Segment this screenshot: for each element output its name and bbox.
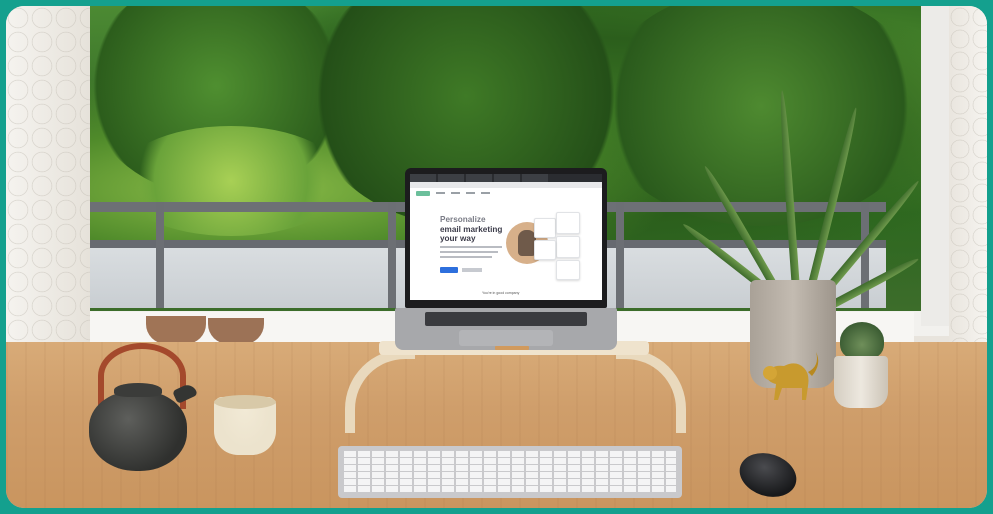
railing-post (388, 202, 396, 308)
laptop-lip (495, 346, 529, 350)
wooden-bowl (208, 318, 264, 344)
browser-tab (494, 174, 520, 182)
brass-monkey-figurine (763, 352, 819, 400)
feature-card (556, 236, 580, 258)
hero-body-text (440, 246, 502, 248)
browser-tab (410, 174, 436, 182)
photo-frame: Personalize email marketing your way You… (0, 0, 993, 514)
browser-window: Personalize email marketing your way You… (410, 174, 602, 300)
hero-title-line: Personalize (440, 215, 486, 224)
cast-iron-teapot (89, 391, 187, 471)
succulent-plant (840, 322, 884, 360)
secondary-link (462, 268, 482, 272)
nav-link (481, 192, 490, 194)
browser-tab (438, 174, 464, 182)
keyboard-key-rows (344, 451, 676, 493)
laptop-screen: Personalize email marketing your way You… (405, 168, 607, 308)
browser-tab (522, 174, 548, 182)
curtain-right (949, 6, 987, 366)
feature-card (534, 218, 556, 238)
railing-post (156, 202, 164, 308)
feature-card (556, 260, 580, 280)
site-logo (416, 190, 430, 196)
railing-post (616, 202, 624, 308)
browser-url-bar (410, 182, 602, 188)
small-planter-pot (834, 356, 888, 408)
hero-body-text (440, 251, 498, 253)
tree-foliage (596, 6, 921, 226)
stand-leg-right (616, 349, 686, 433)
nav-link (451, 192, 460, 194)
browser-tab-bar (410, 174, 602, 182)
nav-link (466, 192, 475, 194)
wireless-keyboard (338, 446, 682, 498)
nav-link (436, 192, 445, 194)
browser-tab (466, 174, 492, 182)
laptop-keys (425, 312, 587, 326)
get-started-button (440, 267, 458, 273)
curtain-left (6, 6, 90, 376)
feature-card (534, 240, 556, 260)
wooden-bowl (146, 316, 206, 344)
laptop-keyboard-deck (395, 308, 617, 350)
site-nav (416, 190, 596, 196)
laptop-trackpad (459, 330, 553, 346)
feature-card (556, 212, 580, 234)
stand-leg-left (345, 349, 415, 433)
hero-body-text (440, 256, 492, 258)
desk-photo: Personalize email marketing your way You… (6, 6, 987, 508)
teapot-lid (114, 383, 162, 397)
tea-cup-rim (214, 395, 276, 409)
footer-text: You're in good company (482, 291, 520, 295)
